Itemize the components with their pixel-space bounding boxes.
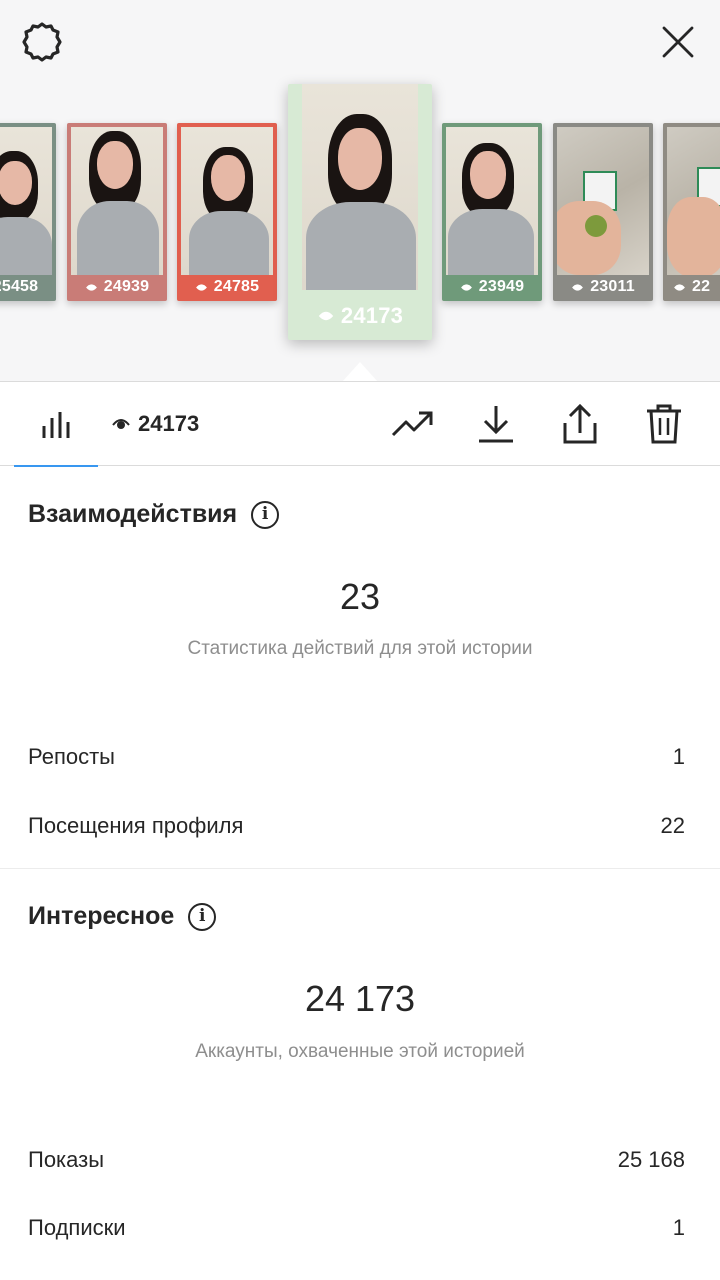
interactions-caption: Статистика действий для этой истории xyxy=(187,638,533,659)
interactions-header: Взаимодействия i xyxy=(28,500,280,529)
stat-value: 1 xyxy=(672,1215,685,1240)
story-views-count: 23011 xyxy=(590,278,635,295)
story-photo xyxy=(302,84,418,290)
stat-row-profile-visits: Посещения профиля 22 xyxy=(28,813,685,839)
discovery-total: 24 173 xyxy=(304,978,416,1019)
eye-icon xyxy=(460,283,472,291)
story-thumbnail[interactable]: 24785 xyxy=(177,123,277,301)
views-total: 24173 xyxy=(112,408,199,440)
discovery-header: Интересное i xyxy=(28,902,217,931)
settings-button[interactable] xyxy=(18,18,66,66)
story-views: 24785 xyxy=(177,277,277,297)
close-button[interactable] xyxy=(654,18,702,66)
story-views: 24939 xyxy=(67,277,167,297)
stat-value: 1 xyxy=(672,744,685,769)
tab-underline xyxy=(14,465,98,467)
story-views-count: 24785 xyxy=(213,278,260,295)
story-views-count: 23949 xyxy=(478,278,525,295)
discovery-title: Интересное xyxy=(28,902,175,930)
eye-icon xyxy=(674,283,685,291)
story-photo xyxy=(71,127,163,275)
insights-toolbar: 24173 xyxy=(0,382,720,467)
story-views: 22 xyxy=(663,277,720,297)
story-views-count: 24173 xyxy=(340,303,404,328)
download-button[interactable] xyxy=(472,400,520,448)
discovery-caption: Аккаунты, охваченные этой историей xyxy=(195,1041,525,1062)
story-thumbnail[interactable]: 24939 xyxy=(67,123,167,301)
share-button[interactable] xyxy=(556,400,604,448)
interactions-title: Взаимодействия xyxy=(28,500,238,528)
story-photo xyxy=(557,127,649,275)
eye-icon xyxy=(85,283,97,291)
story-thumbnail[interactable]: 22 xyxy=(663,123,720,301)
promote-button[interactable] xyxy=(389,400,437,448)
delete-button[interactable] xyxy=(640,400,688,448)
story-views: 24173 xyxy=(288,302,432,330)
bar-chart-icon xyxy=(42,412,70,438)
trash-icon xyxy=(647,404,681,444)
gear-icon xyxy=(22,22,62,62)
story-views: 25458 xyxy=(0,277,56,297)
stat-label: Репосты xyxy=(28,744,115,769)
story-views-count: 25458 xyxy=(0,278,39,295)
close-icon xyxy=(662,26,694,58)
stat-row-follows: Подписки 1 xyxy=(28,1215,685,1241)
selection-caret xyxy=(342,362,378,382)
story-photo xyxy=(446,127,538,275)
story-photo xyxy=(181,127,273,275)
story-thumbnail[interactable]: 25458 xyxy=(0,123,56,301)
story-views-count: 24939 xyxy=(103,278,150,295)
stat-label: Подписки xyxy=(28,1215,126,1240)
stat-row-reposts: Репосты 1 xyxy=(28,744,685,770)
stat-value: 22 xyxy=(660,813,685,838)
eye-icon xyxy=(112,419,130,429)
story-photo xyxy=(667,127,720,275)
eye-icon xyxy=(572,283,584,291)
story-photo xyxy=(0,127,52,275)
story-views: 23011 xyxy=(553,277,653,297)
views-total-count: 24173 xyxy=(138,411,200,436)
story-views-count: 22 xyxy=(692,278,711,295)
info-icon[interactable]: i xyxy=(188,902,217,931)
download-icon xyxy=(479,406,513,443)
story-views: 23949 xyxy=(442,277,542,297)
stat-label: Показы xyxy=(28,1147,105,1172)
section-divider xyxy=(0,868,720,869)
stat-value: 25 168 xyxy=(617,1147,685,1172)
interactions-total: 23 xyxy=(339,576,381,617)
story-tray: 25458 24939 24785 xyxy=(0,0,720,382)
stat-label: Посещения профиля xyxy=(28,813,244,838)
story-thumbnail[interactable]: 23011 xyxy=(553,123,653,301)
eye-icon xyxy=(318,311,334,321)
trending-icon xyxy=(391,411,433,437)
story-thumbnail[interactable]: 23949 xyxy=(442,123,542,301)
eye-icon xyxy=(195,283,207,291)
tab-insights[interactable] xyxy=(14,382,98,467)
share-icon xyxy=(563,403,597,444)
story-thumbnail-selected[interactable]: 24173 xyxy=(288,84,432,340)
stat-row-impressions: Показы 25 168 xyxy=(28,1147,685,1173)
info-icon[interactable]: i xyxy=(251,500,280,529)
